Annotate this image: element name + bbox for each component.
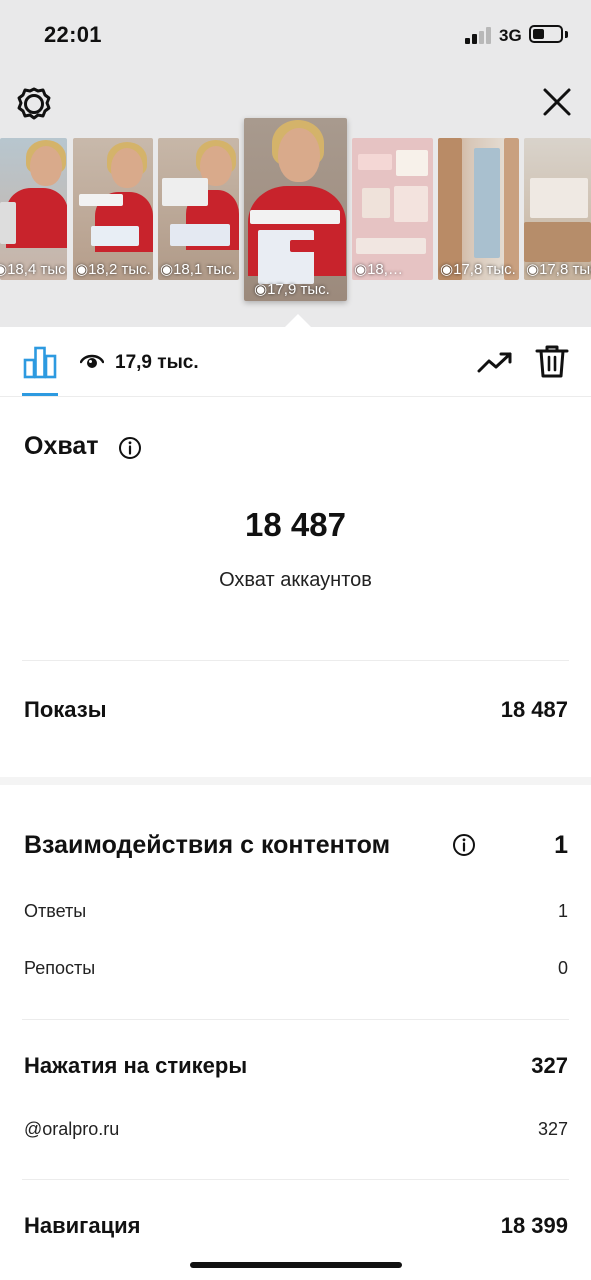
- eye-icon: [80, 354, 104, 368]
- story-thumbnail[interactable]: ◉18,…: [352, 138, 433, 280]
- story-views: ◉18,2 тыс.: [75, 261, 151, 278]
- active-tab-indicator: [22, 393, 58, 396]
- trash-icon[interactable]: [534, 343, 570, 379]
- reach-value: 18 487: [245, 506, 346, 543]
- story-views: ◉17,8 тыс.: [526, 261, 591, 278]
- stories-header: 22:01 3G ◉18,4 тыс. ◉18,2 тыс. ◉18,1 тыс…: [0, 0, 591, 328]
- story-thumbnail[interactable]: ◉18,1 тыс.: [158, 138, 239, 280]
- info-icon[interactable]: [118, 436, 142, 460]
- replies-label: Ответы: [24, 901, 87, 921]
- views-count: 17,9 тыс.: [115, 352, 199, 373]
- story-views: ◉17,8 тыс.: [440, 261, 516, 278]
- story-views: ◉17,9 тыс.: [254, 281, 330, 298]
- status-bar: 22:01 3G: [0, 0, 591, 70]
- insights-tab-bar: 17,9 тыс.: [0, 327, 591, 397]
- signal-strength-icon: [465, 27, 493, 44]
- story-thumbnail-active[interactable]: ◉17,9 тыс.: [244, 118, 347, 301]
- story-views: ◉18,…: [354, 261, 403, 278]
- home-indicator[interactable]: [190, 1262, 402, 1268]
- shares-value: 0: [557, 958, 568, 978]
- story-thumbnail[interactable]: ◉18,2 тыс.: [73, 138, 153, 280]
- gear-icon[interactable]: [16, 86, 52, 122]
- replies-value: 1: [557, 901, 568, 921]
- trending-up-icon[interactable]: [477, 347, 513, 377]
- network-type: 3G: [499, 26, 522, 45]
- bar-chart-icon[interactable]: [22, 344, 58, 380]
- reach-title: Охват: [24, 432, 99, 460]
- sticker-taps-value: 327: [531, 1053, 568, 1078]
- story-views: ◉18,1 тыс.: [160, 261, 236, 278]
- story-views: ◉18,4 тыс.: [0, 261, 67, 278]
- navigation-title: Навигация: [24, 1213, 141, 1238]
- story-thumbnail[interactable]: ◉17,8 тыс.: [438, 138, 519, 280]
- close-icon[interactable]: [539, 84, 575, 120]
- reach-label: Охват аккаунтов: [219, 569, 372, 591]
- sticker-taps-title: Нажатия на стикеры: [24, 1053, 248, 1078]
- impressions-value: 18 487: [500, 697, 568, 722]
- sticker-mention-value: 327: [537, 1119, 568, 1139]
- navigation-value: 18 399: [500, 1213, 568, 1238]
- story-thumbnail[interactable]: ◉18,4 тыс.: [0, 138, 67, 280]
- active-story-pointer: [284, 314, 312, 328]
- shares-label: Репосты: [24, 958, 96, 978]
- sticker-mention-label: @oralpro.ru: [24, 1119, 120, 1139]
- interactions-title: Взаимодействия с контентом: [24, 831, 391, 859]
- impressions-label: Показы: [24, 697, 107, 722]
- story-thumbnail[interactable]: ◉17,8 тыс.: [524, 138, 591, 280]
- interactions-value: 1: [554, 831, 568, 859]
- status-time: 22:01: [44, 22, 102, 47]
- battery-icon: [529, 25, 563, 43]
- info-icon[interactable]: [452, 833, 476, 857]
